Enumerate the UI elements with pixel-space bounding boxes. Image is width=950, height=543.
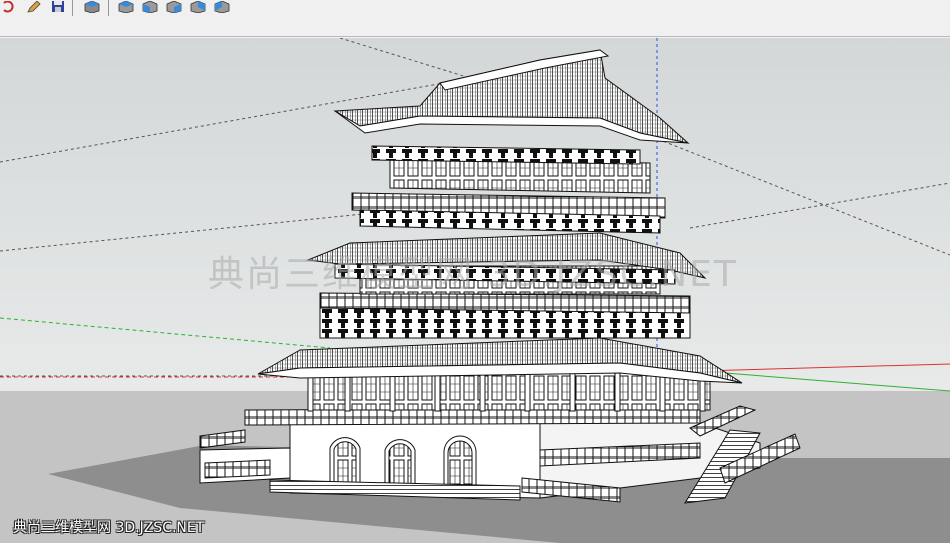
lower-left-railing xyxy=(204,459,271,479)
edit-toolbar-group xyxy=(0,0,68,14)
view-left-icon xyxy=(214,0,230,17)
view-toolbar-standard xyxy=(116,0,232,14)
view-left-button[interactable] xyxy=(212,0,232,14)
toolbar-separator xyxy=(72,0,73,16)
view-right-button[interactable] xyxy=(164,0,184,14)
pencil-icon xyxy=(26,0,42,17)
view-back-icon xyxy=(190,0,206,17)
undo-icon xyxy=(2,0,18,17)
view-right-icon xyxy=(166,0,182,17)
view-top-icon xyxy=(118,0,134,17)
edit-button[interactable] xyxy=(24,0,44,14)
toolbar xyxy=(0,0,950,37)
model-viewport[interactable]: 典尚三维模型网 3D.JZSC.NET 典尚三维模型网 3D.JZSC.NET xyxy=(0,38,950,543)
undo-button[interactable] xyxy=(0,0,20,14)
view-back-button[interactable] xyxy=(188,0,208,14)
toolbar-separator xyxy=(108,0,109,16)
watermark-corner: 典尚三维模型网 3D.JZSC.NET xyxy=(13,520,205,536)
watermark-center: 典尚三维模型网 3D.JZSC.NET xyxy=(208,254,738,295)
view-iso-button[interactable] xyxy=(82,0,102,14)
save-button[interactable] xyxy=(48,0,68,14)
view-front-button[interactable] xyxy=(140,0,160,14)
view-iso-icon xyxy=(84,0,100,17)
save-icon xyxy=(51,0,65,17)
view-top-button[interactable] xyxy=(116,0,136,14)
view-toolbar-iso xyxy=(82,0,102,14)
view-front-icon xyxy=(142,0,158,17)
arched-gates xyxy=(329,435,477,490)
